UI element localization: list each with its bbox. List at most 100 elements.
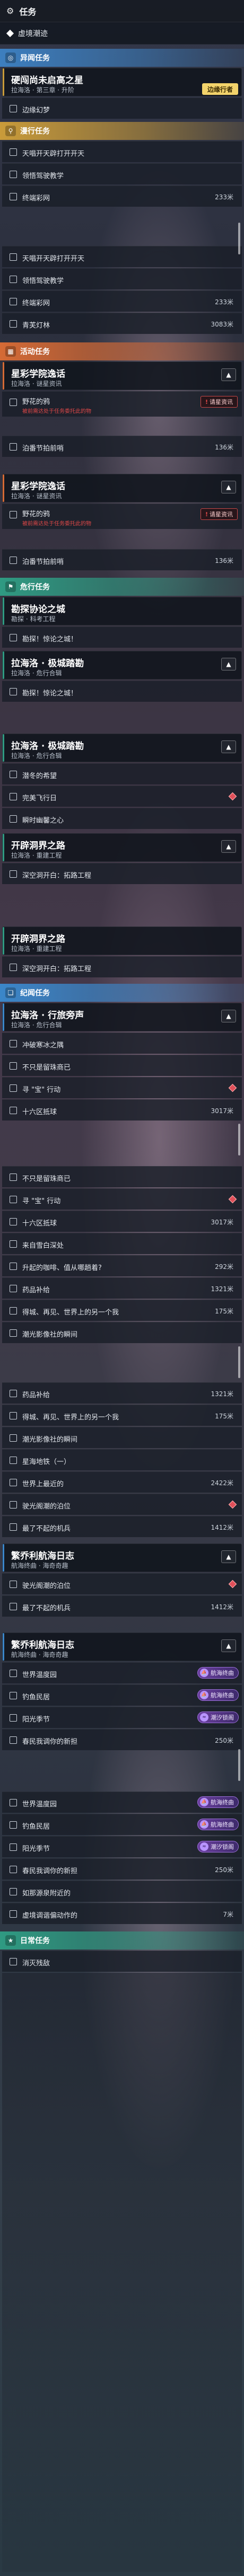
quest-row-label: 阳光季节 (22, 1716, 50, 1724)
quest-row[interactable]: 不只是留珠商已 (2, 1055, 242, 1076)
quest-row[interactable]: 阳光季节 ≈ 潮汐锁阁 (2, 1836, 242, 1857)
quest-row[interactable]: 寻 "宝" 行动 (2, 1077, 242, 1098)
quest-card-danger[interactable]: 拉海洛 · 极城踏勘 拉海洛 · 危行合辑 ▲ (2, 651, 242, 680)
quest-row[interactable]: 终端彩网 233米 (2, 186, 242, 207)
section-yiwen[interactable]: ◎ 异闻任务 (0, 49, 244, 67)
checkbox-icon (10, 1062, 17, 1070)
section-manxing[interactable]: ⚲ 漫行任务 (0, 122, 244, 140)
card-accent (3, 474, 4, 502)
quest-row-label: 春民我调你的新担 (22, 1867, 78, 1875)
quest-row[interactable]: 勘探！惊论之城！ (2, 627, 242, 648)
quest-row[interactable]: 潮光影像社的瞬间 (2, 1322, 242, 1343)
quest-row[interactable]: 领悟驾驶教学 (2, 163, 242, 184)
quest-card-danger[interactable]: 拉海洛 · 极城踏勘 拉海洛 · 危行合辑 ▲ (2, 734, 242, 762)
quest-row[interactable]: 春民我调你的新担 250米 (2, 1729, 242, 1750)
series-tag-label: 航海终曲 (211, 1692, 234, 1699)
collapse-button[interactable]: ▲ (221, 740, 236, 753)
collapse-button[interactable]: ▲ (221, 1550, 236, 1563)
quest-row[interactable]: 驶光阁潮的泊位 (2, 1573, 242, 1594)
card-subtitle: 拉海洛 · 第三章 · 升阶 (11, 86, 74, 94)
quest-row[interactable]: 瞬时幽馨之心 (2, 808, 242, 829)
quest-row[interactable]: 钓鱼民居 ⛵ 航海终曲 (2, 1814, 242, 1835)
scrollbar-thumb[interactable] (238, 1346, 240, 1378)
quest-row[interactable]: 勘探！惊论之城！ (2, 681, 242, 702)
section-huodong[interactable]: ▦ 活动任务 (0, 342, 244, 360)
distance-label: 3083米 (211, 321, 233, 328)
quest-row[interactable]: 药品补给 1321米 (2, 1277, 242, 1299)
gear-icon[interactable]: ⚙ (6, 6, 14, 16)
scrollbar-thumb[interactable] (238, 223, 240, 254)
quest-row-label: 边缘幻梦 (22, 107, 50, 114)
quest-row[interactable]: 得城、再见、世界上的另一个我 175米 (2, 1300, 242, 1321)
quest-row[interactable]: 升起的咖啡、值从哪趟着? 292米 (2, 1255, 242, 1276)
scrollbar-thumb[interactable] (238, 1749, 240, 1781)
checkbox-icon (10, 1958, 17, 1965)
quest-card-yiwen[interactable]: 硬闯尚未启高之星 拉海洛 · 第三章 · 升阶 边缘行者 (2, 68, 242, 96)
quest-row[interactable]: 钓鱼民居 ⛵ 航海终曲 (2, 1684, 242, 1706)
quest-row[interactable]: 泊番节拍前哨 136米 (2, 549, 242, 570)
collapse-button[interactable]: ▲ (221, 1639, 236, 1652)
quest-card-activity[interactable]: 星彩学院逸话 拉海洛 · 谜星资讯 ▲ (2, 361, 242, 390)
checkbox-icon (10, 1866, 17, 1873)
quest-row[interactable]: 星海地铁（一） (2, 1449, 242, 1470)
quest-card-danger[interactable]: 开辟洞界之路 拉海洛 · 重建工程 ▲ (2, 833, 242, 862)
quest-row[interactable]: 世界温度园 ⛵ 航海终曲 (2, 1792, 242, 1813)
collapse-button[interactable]: ▲ (221, 1010, 236, 1022)
section-weixing[interactable]: ⚑ 危行任务 (0, 578, 244, 596)
collapse-button[interactable]: ▲ (221, 840, 236, 853)
scrollbar-thumb[interactable] (238, 1124, 240, 1155)
quest-row[interactable]: 得城、再见、世界上的另一个我 175米 (2, 1405, 242, 1426)
quest-row[interactable]: 药品补给 1321米 (2, 1382, 242, 1404)
quest-row[interactable]: 泊番节拍前哨 136米 (2, 436, 242, 457)
quest-row[interactable]: 不只是留珠商已 (2, 1166, 242, 1187)
quest-row[interactable]: 潜冬的希望 (2, 763, 242, 784)
sub-category-row[interactable]: 虚境潮迹 (0, 22, 244, 45)
quest-card-danger[interactable]: 开辟洞界之路 拉海洛 · 重建工程 (2, 927, 242, 955)
quest-row[interactable]: 深空洞开白：拓路工程 (2, 956, 242, 977)
quest-row[interactable]: 十六区抵球 3017米 (2, 1099, 242, 1121)
section-richang[interactable]: ★ 日常任务 (0, 1931, 244, 1949)
checkbox-icon (10, 964, 17, 971)
quest-row[interactable]: 世界上最近的 2422米 (2, 1471, 242, 1493)
background-figure (80, 795, 239, 1484)
distance-label: 250米 (215, 1866, 233, 1874)
quest-card-chronicle[interactable]: 繁乔利航海日志 航海终曲 · 海奇奇趣 ▲ (2, 1543, 242, 1572)
collapse-button[interactable]: ▲ (221, 481, 236, 493)
quest-row[interactable]: 十六区抵球 3017米 (2, 1211, 242, 1232)
quest-row[interactable]: 消灭残敌 (2, 1951, 242, 1972)
quest-row[interactable]: 虚境调谐偏动作的 7米 (2, 1903, 242, 1924)
quest-row[interactable]: 潮光影像社的瞬间 (2, 1427, 242, 1448)
quest-row[interactable]: 终端彩网 233米 (2, 290, 242, 312)
quest-row[interactable]: 青芙灯林 3083米 (2, 313, 242, 334)
quest-row[interactable]: 来自雪白深处 (2, 1233, 242, 1254)
quest-row[interactable]: 寻 "宝" 行动 (2, 1188, 242, 1210)
distance-label: 3017米 (211, 1107, 233, 1115)
quest-row[interactable]: 天唱开天辟打开开天 (2, 246, 242, 267)
section-jiwen[interactable]: ❏ 纪闻任务 (0, 984, 244, 1002)
quest-row[interactable]: 如那源泉附近的 (2, 1881, 242, 1902)
quest-row[interactable]: 野花的鸦 被前需达处于任务委托此的物! 请星资讯 (2, 391, 242, 417)
quest-row[interactable]: 野花的鸦 被前需达处于任务委托此的物! 请星资讯 (2, 504, 242, 529)
quest-row-label: 药品补给 (22, 1391, 50, 1399)
collapse-button[interactable]: ▲ (221, 368, 236, 381)
quest-row[interactable]: 最了不起的机兵 1412米 (2, 1516, 242, 1537)
quest-row[interactable]: 驶光阁潮的泊位 (2, 1494, 242, 1515)
quest-row[interactable]: 世界温度园 ⛵ 航海终曲 (2, 1662, 242, 1683)
quest-card-chronicle[interactable]: 拉海洛 · 行旅旁声 拉海洛 · 危行合辑 ▲ (2, 1003, 242, 1031)
quest-row[interactable]: 阳光季节 ≈ 潮汐锁阁 (2, 1707, 242, 1728)
quest-row[interactable]: 最了不起的机兵 1412米 (2, 1595, 242, 1617)
quest-row[interactable]: 天唱开天辟打开开天 (2, 141, 242, 162)
quest-row[interactable]: 边缘幻梦 (2, 98, 242, 119)
quest-card-danger[interactable]: 勘探协论之城 勘探 · 科考工程 (2, 597, 242, 625)
quest-row[interactable]: 完美飞行日 (2, 786, 242, 807)
quest-row[interactable]: 春民我调你的新担 250米 (2, 1858, 242, 1880)
quest-card-activity[interactable]: 星彩学院逸话 拉海洛 · 谜星资讯 ▲ (2, 474, 242, 502)
collapse-button[interactable]: ▲ (221, 658, 236, 671)
quest-row[interactable]: 领悟驾驶教学 (2, 268, 242, 289)
quest-card-chronicle[interactable]: 繁乔利航海日志 航海终曲 · 海奇奇趣 ▲ (2, 1633, 242, 1661)
quest-row[interactable]: 冲破寒冰之隅 (2, 1033, 242, 1054)
quest-row[interactable]: 深空洞开白：拓路工程 (2, 863, 242, 884)
series-tag-label: 潮汐锁阁 (211, 1843, 234, 1850)
card-accent (3, 834, 4, 861)
warning-badge: ! 请星资讯 (200, 508, 238, 520)
